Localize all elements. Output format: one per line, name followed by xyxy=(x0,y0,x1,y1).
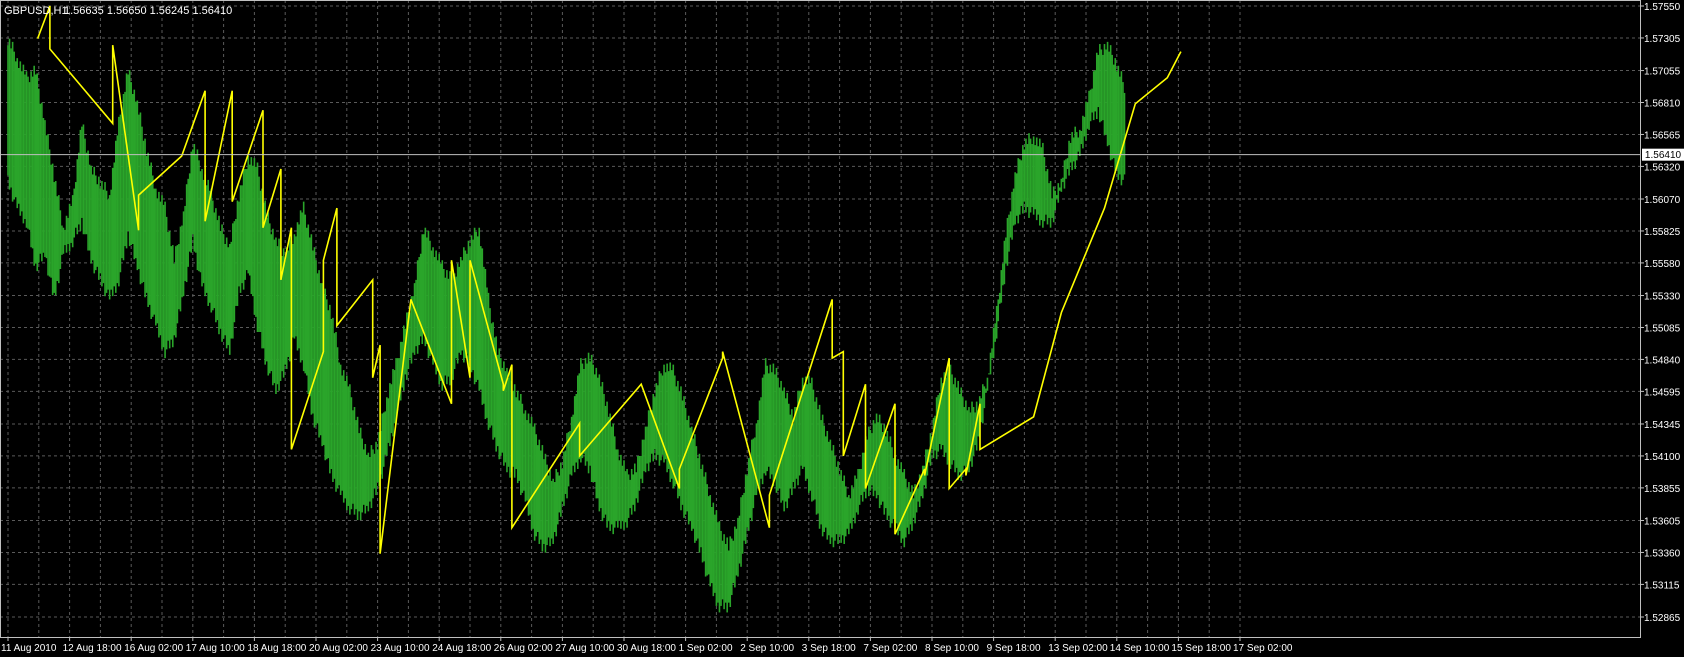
time-tick-label: 12 Aug 18:00 xyxy=(63,643,122,654)
time-tick-label: 2 Sep 10:00 xyxy=(740,643,794,654)
time-tick-label: 15 Sep 18:00 xyxy=(1171,643,1231,654)
price-tick-label: 1.53605 xyxy=(1644,516,1681,527)
price-tick-label: 1.57550 xyxy=(1644,2,1681,13)
time-tick-label: 8 Sep 10:00 xyxy=(925,643,979,654)
time-tick-label: 23 Aug 10:00 xyxy=(371,643,430,654)
price-tick-label: 1.56320 xyxy=(1644,162,1681,173)
price-tick-label: 1.55580 xyxy=(1644,259,1681,270)
time-tick-label: 24 Aug 18:00 xyxy=(432,643,491,654)
time-tick-label: 3 Sep 18:00 xyxy=(802,643,856,654)
time-tick-label: 11 Aug 2010 xyxy=(1,643,57,654)
current-price-value: 1.56410 xyxy=(1645,150,1682,161)
price-tick-label: 1.56565 xyxy=(1644,130,1681,141)
price-tick-label: 1.55330 xyxy=(1644,292,1681,303)
price-tick-label: 1.57055 xyxy=(1644,67,1681,78)
time-tick-label: 14 Sep 10:00 xyxy=(1110,643,1170,654)
price-tick-label: 1.52865 xyxy=(1644,613,1681,624)
price-tick-label: 1.55825 xyxy=(1644,227,1681,238)
chart-background xyxy=(0,0,1684,657)
current-price-tag: 1.56410 xyxy=(1642,148,1684,161)
price-tick-label: 1.54345 xyxy=(1644,420,1681,431)
price-tick-label: 1.56070 xyxy=(1644,195,1681,206)
price-tick-label: 1.53855 xyxy=(1644,484,1681,495)
time-tick-label: 1 Sep 02:00 xyxy=(679,643,733,654)
time-tick-label: 7 Sep 02:00 xyxy=(863,643,917,654)
price-tick-label: 1.57305 xyxy=(1644,34,1681,45)
time-tick-label: 13 Sep 02:00 xyxy=(1048,643,1108,654)
price-tick-label: 1.56810 xyxy=(1644,99,1681,110)
time-tick-label: 9 Sep 18:00 xyxy=(987,643,1041,654)
time-tick-label: 18 Aug 18:00 xyxy=(247,643,306,654)
time-tick-label: 26 Aug 02:00 xyxy=(494,643,553,654)
chart-symbol-label: GBPUSD,H1 xyxy=(4,5,68,17)
price-tick-label: 1.53115 xyxy=(1644,580,1680,591)
time-tick-label: 20 Aug 02:00 xyxy=(309,643,368,654)
price-chart[interactable]: 1.57550 1.57305 1.57055 1.56810 1.56565 1.563… xyxy=(0,0,1684,657)
time-tick-label: 16 Aug 02:00 xyxy=(124,643,183,654)
price-tick-label: 1.54840 xyxy=(1644,355,1681,366)
time-tick-label: 17 Aug 10:00 xyxy=(186,643,245,654)
price-tick-label: 1.53360 xyxy=(1644,548,1681,559)
time-tick-label: 30 Aug 18:00 xyxy=(617,643,676,654)
price-tick-label: 1.54595 xyxy=(1644,387,1681,398)
time-tick-label: 17 Sep 02:00 xyxy=(1233,643,1293,654)
price-tick-label: 1.54100 xyxy=(1644,452,1681,463)
chart-ohlc-label: 1.56635 1.56650 1.56245 1.56410 xyxy=(64,5,232,17)
price-tick-label: 1.55085 xyxy=(1644,323,1681,334)
time-tick-label: 27 Aug 10:00 xyxy=(555,643,614,654)
